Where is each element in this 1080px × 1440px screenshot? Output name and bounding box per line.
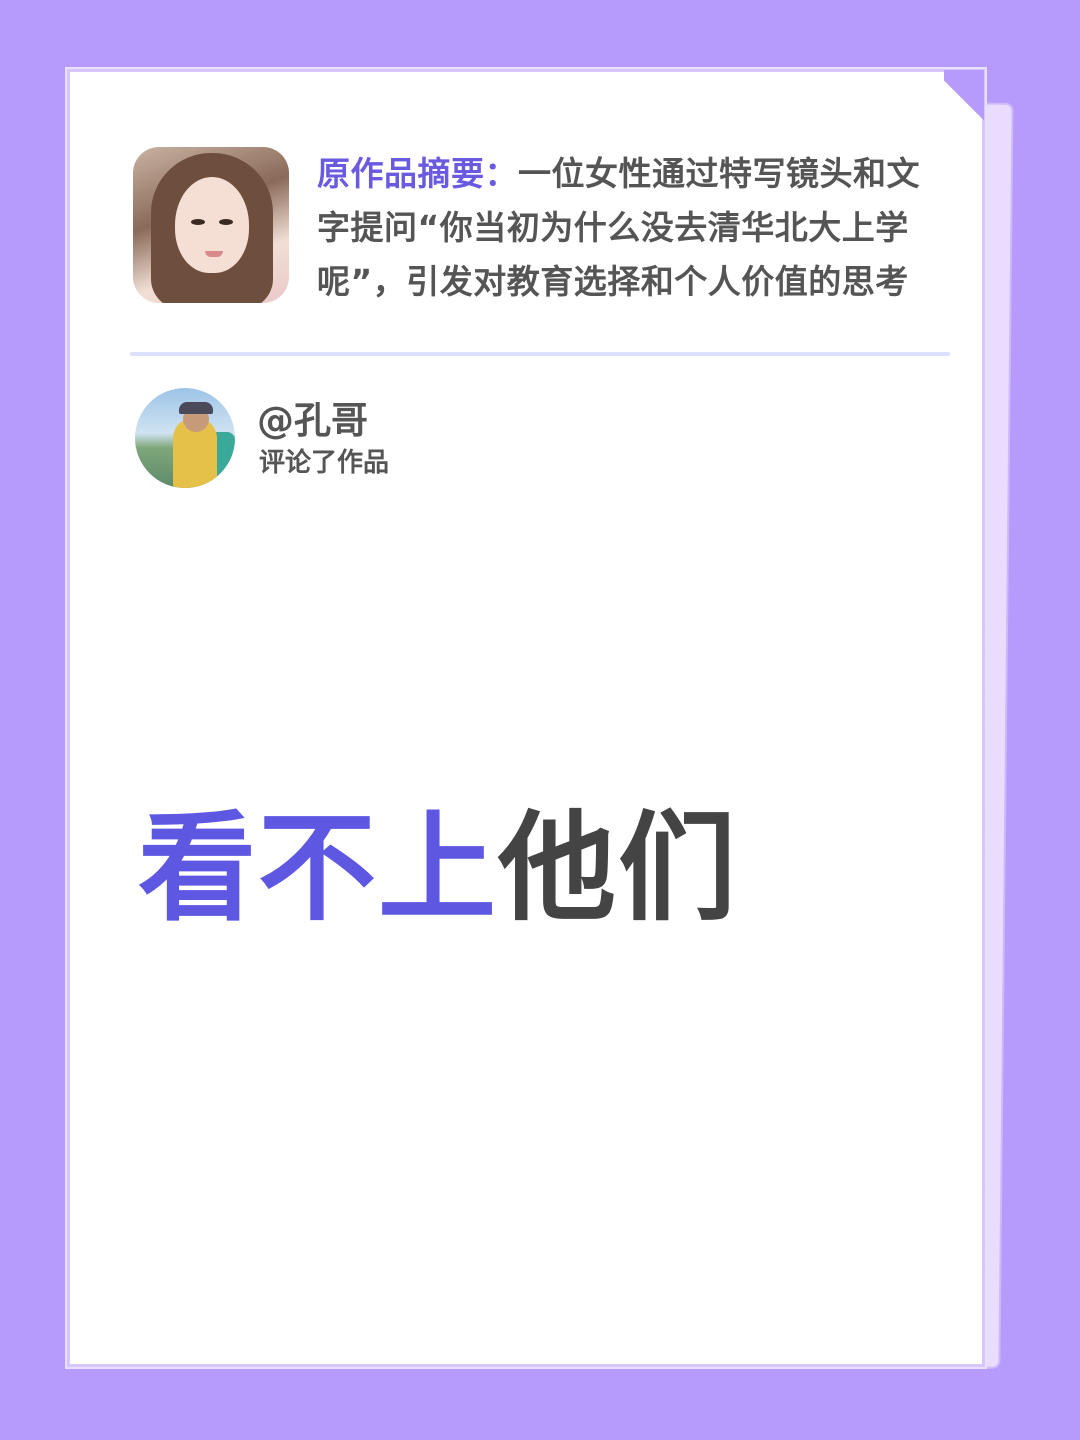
- avatar[interactable]: [135, 388, 235, 488]
- thumbnail-face: [175, 177, 249, 273]
- thumbnail-eye: [219, 219, 233, 225]
- thumbnail-eye: [191, 219, 205, 225]
- original-work-thumbnail[interactable]: [133, 147, 289, 303]
- comment-rest: 他们: [498, 799, 739, 937]
- commenter-info[interactable]: @孔哥 评论了作品: [135, 388, 635, 488]
- username[interactable]: @孔哥: [257, 398, 368, 444]
- comment-text: 看不上他们: [138, 798, 738, 938]
- comment-highlight: 看不上: [138, 799, 499, 937]
- original-work-summary[interactable]: 原作品摘要：一位女性通过特写镜头和文字提问“你当初为什么没去清华北大上学呢”，引…: [133, 147, 943, 307]
- divider: [130, 352, 950, 356]
- summary-text: 原作品摘要：一位女性通过特写镜头和文字提问“你当初为什么没去清华北大上学呢”，引…: [317, 147, 943, 309]
- comment-card: 原作品摘要：一位女性通过特写镜头和文字提问“你当初为什么没去清华北大上学呢”，引…: [70, 70, 984, 1364]
- summary-label: 原作品摘要：: [317, 154, 518, 193]
- avatar-hat: [179, 402, 213, 414]
- comment-action-label: 评论了作品: [259, 448, 390, 478]
